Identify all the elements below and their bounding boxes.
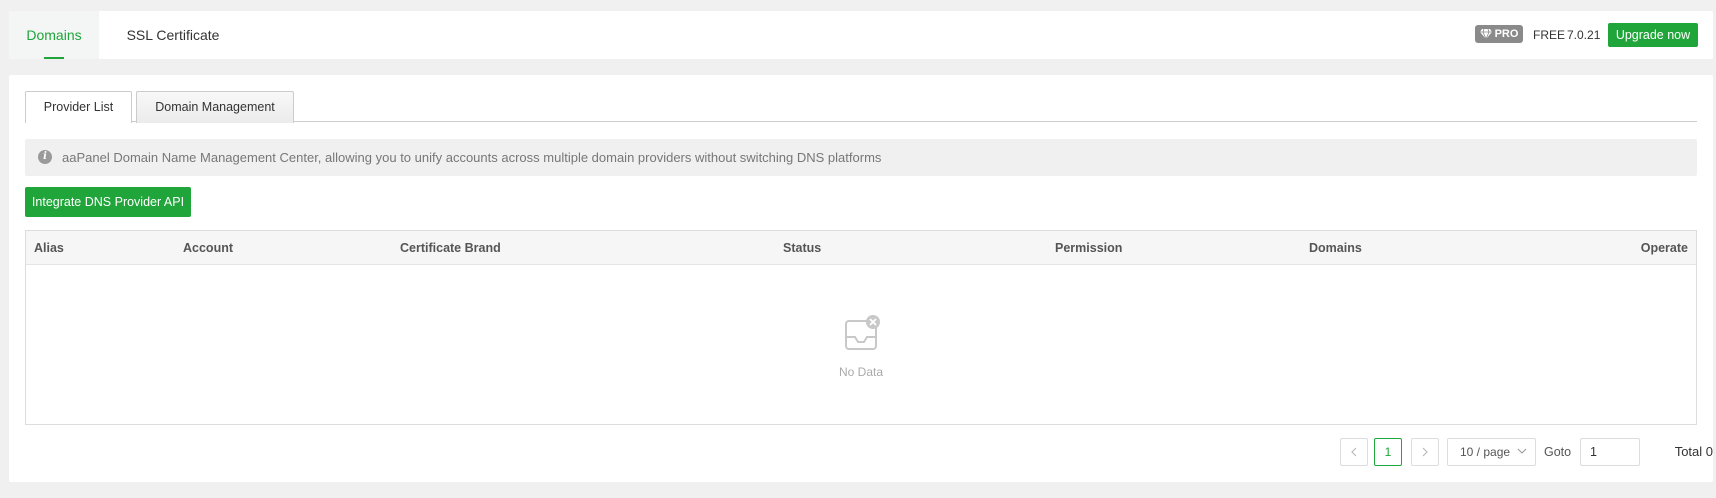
total-count: Total 0	[1674, 444, 1713, 459]
goto-page-input[interactable]	[1580, 438, 1640, 466]
column-header-domains: Domains	[1309, 241, 1362, 255]
plan-label: FREE	[1533, 28, 1566, 42]
provider-table: Alias Account Certificate Brand Status P…	[25, 230, 1697, 425]
tab-domains[interactable]: Domains	[9, 11, 99, 59]
no-data-text: No Data	[838, 365, 884, 379]
tab-ssl-certificate[interactable]: SSL Certificate	[113, 11, 233, 59]
top-navigation-bar: Domains SSL Certificate PRO FREE 7.0.21 …	[9, 11, 1713, 59]
tab-domain-management[interactable]: Domain Management	[136, 91, 294, 123]
tab-provider-list[interactable]: Provider List	[25, 91, 132, 123]
pro-badge-label: PRO	[1494, 28, 1519, 40]
integrate-dns-provider-api-button[interactable]: Integrate DNS Provider API	[25, 187, 191, 217]
chevron-left-icon	[1351, 447, 1357, 457]
main-panel: Provider List Domain Management i aaPane…	[9, 75, 1713, 482]
upgrade-now-button[interactable]: Upgrade now	[1608, 23, 1698, 47]
info-notice: i aaPanel Domain Name Management Center,…	[25, 139, 1697, 176]
column-header-alias: Alias	[34, 241, 64, 255]
chevron-right-icon	[1422, 447, 1428, 457]
column-header-account: Account	[183, 241, 233, 255]
column-header-permission: Permission	[1055, 241, 1123, 255]
version-label: 7.0.21	[1567, 28, 1601, 42]
next-page-button[interactable]	[1411, 438, 1439, 466]
diamond-icon	[1479, 29, 1492, 39]
info-icon: i	[38, 150, 52, 164]
pro-badge[interactable]: PRO	[1475, 25, 1523, 43]
sub-tab-bar: Provider List Domain Management	[25, 91, 1697, 123]
page-size-value: 10 / page	[1460, 445, 1511, 459]
previous-page-button[interactable]	[1340, 438, 1368, 466]
column-header-operate: Operate	[1640, 241, 1688, 255]
table-header: Alias Account Certificate Brand Status P…	[26, 231, 1696, 265]
no-data-icon	[845, 315, 880, 350]
page-size-select[interactable]: 10 / page	[1447, 438, 1536, 466]
empty-state: No Data	[26, 265, 1696, 424]
column-header-status: Status	[783, 241, 822, 255]
page-number-1[interactable]: 1	[1374, 438, 1402, 466]
notice-text: aaPanel Domain Name Management Center, a…	[62, 150, 882, 165]
chevron-down-icon	[1517, 448, 1527, 454]
column-header-certificate-brand: Certificate Brand	[400, 241, 501, 255]
goto-label: Goto	[1544, 445, 1572, 459]
